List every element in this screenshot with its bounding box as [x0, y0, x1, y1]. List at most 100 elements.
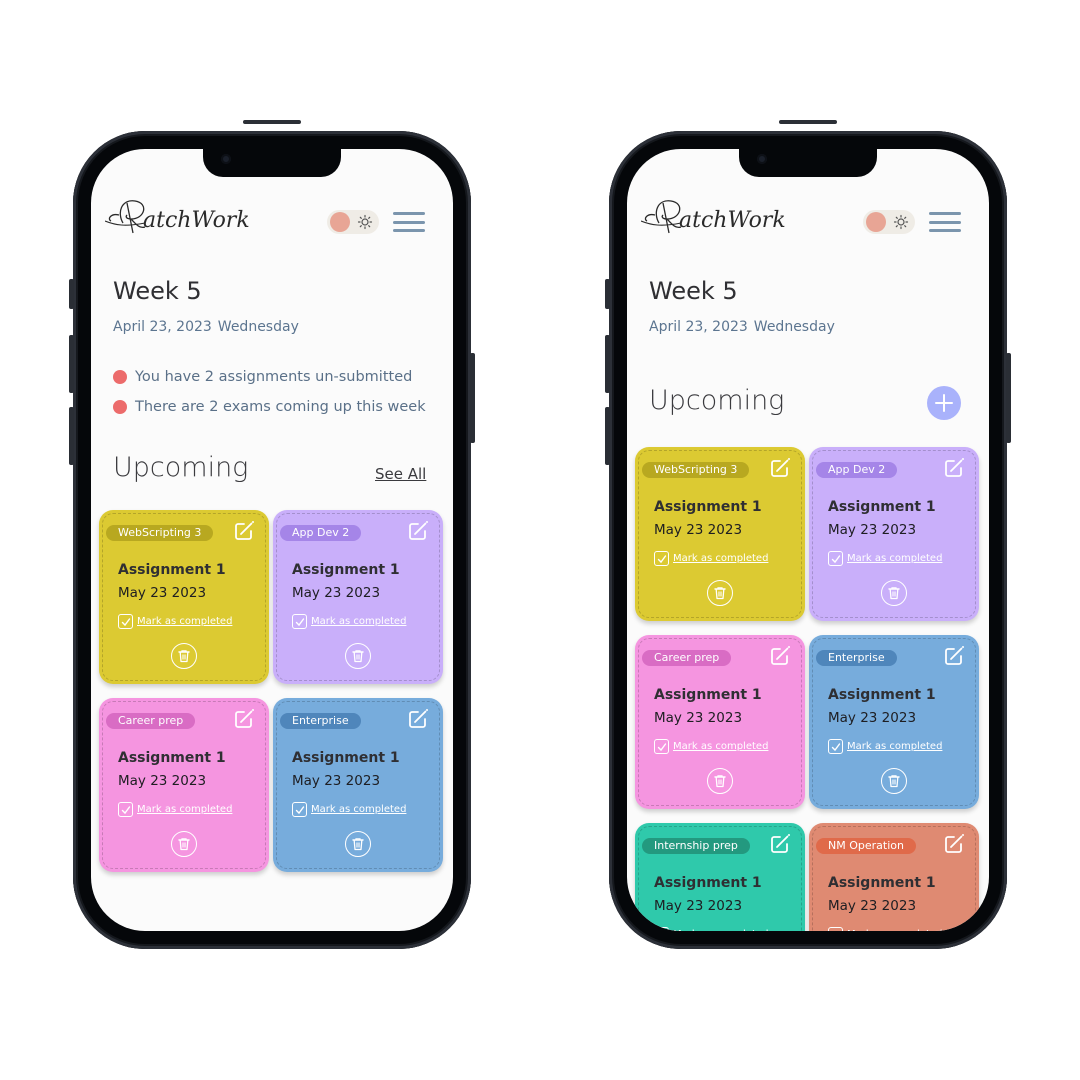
checkbox[interactable]: [828, 739, 843, 754]
assignment-card[interactable]: NM Operation Assignment 1 May 23 2023 Ma…: [809, 823, 979, 931]
delete-button[interactable]: [881, 580, 907, 606]
edit-icon[interactable]: [233, 708, 255, 730]
phone-frame-upcoming: PatchWork atchWork Week: [605, 120, 1011, 949]
home-screen: PatchWork atchWork Week: [91, 149, 453, 931]
mark-completed-link[interactable]: Mark as completed: [137, 616, 232, 627]
mark-completed-link[interactable]: Mark as completed: [311, 616, 406, 627]
assignment-card[interactable]: Enterprise Assignment 1 May 23 2023 Mark…: [809, 635, 979, 809]
assignment-title: Assignment 1: [292, 750, 400, 766]
sun-icon: [893, 214, 909, 230]
mark-completed-link[interactable]: Mark as completed: [673, 929, 768, 931]
mark-completed-control[interactable]: Mark as completed: [118, 802, 232, 817]
mark-completed-control[interactable]: Mark as completed: [654, 739, 768, 754]
delete-button[interactable]: [707, 768, 733, 794]
checkbox[interactable]: [654, 551, 669, 566]
trash-icon: [178, 838, 190, 851]
svg-text:atchWork: atchWork: [679, 208, 786, 233]
assignment-card[interactable]: WebScripting 3 Assignment 1 May 23 2023 …: [635, 447, 805, 621]
sun-icon: [357, 214, 373, 230]
edit-icon[interactable]: [943, 833, 965, 855]
mute-switch: [605, 279, 610, 309]
assignment-card[interactable]: App Dev 2 Assignment 1 May 23 2023 Mark …: [273, 510, 443, 684]
add-assignment-button[interactable]: [927, 386, 961, 420]
mark-completed-control[interactable]: Mark as completed: [828, 739, 942, 754]
patchwork-logo[interactable]: PatchWork atchWork: [105, 193, 275, 241]
mark-completed-control[interactable]: Mark as completed: [118, 614, 232, 629]
assignment-grid: WebScripting 3 Assignment 1 May 23 2023 …: [635, 447, 979, 931]
assignment-card[interactable]: Career prep Assignment 1 May 23 2023 Mar…: [635, 635, 805, 809]
delete-button[interactable]: [345, 643, 371, 669]
mark-completed-link[interactable]: Mark as completed: [311, 804, 406, 815]
edit-icon[interactable]: [769, 833, 791, 855]
edit-icon[interactable]: [233, 520, 255, 542]
due-date: May 23 2023: [828, 522, 917, 538]
mark-completed-link[interactable]: Mark as completed: [137, 804, 232, 815]
checkbox[interactable]: [828, 551, 843, 566]
volume-down-button: [605, 407, 610, 465]
mark-completed-control[interactable]: Mark as completed: [828, 551, 942, 566]
assignment-card[interactable]: App Dev 2 Assignment 1 May 23 2023 Mark …: [809, 447, 979, 621]
svg-text:atchWork: atchWork: [143, 208, 250, 233]
section-title-upcoming: Upcoming: [649, 385, 785, 416]
mark-completed-link[interactable]: Mark as completed: [673, 741, 768, 752]
mark-completed-link[interactable]: Mark as completed: [847, 929, 942, 931]
checkbox[interactable]: [118, 802, 133, 817]
assignment-card[interactable]: Career prep Assignment 1 May 23 2023 Mar…: [99, 698, 269, 872]
checkmark-icon: [657, 742, 666, 751]
hamburger-menu-icon[interactable]: [929, 212, 961, 232]
due-date: May 23 2023: [828, 710, 917, 726]
mark-completed-control[interactable]: Mark as completed: [292, 614, 406, 629]
edit-icon[interactable]: [943, 457, 965, 479]
checkmark-icon: [831, 554, 840, 563]
checkbox[interactable]: [654, 739, 669, 754]
checkmark-icon: [657, 554, 666, 563]
alert-item: You have 2 assignments un-submitted: [113, 362, 426, 392]
theme-toggle[interactable]: [327, 210, 379, 234]
phone-frame-home: PatchWork atchWork Week: [69, 120, 475, 949]
checkbox[interactable]: [828, 927, 843, 931]
alert-dot-icon: [113, 400, 127, 414]
earpiece-speaker: [779, 120, 837, 124]
mark-completed-control[interactable]: Mark as completed: [654, 551, 768, 566]
theme-toggle[interactable]: [863, 210, 915, 234]
mark-completed-control[interactable]: Mark as completed: [654, 927, 768, 931]
week-title: Week 5: [113, 277, 202, 305]
delete-button[interactable]: [707, 580, 733, 606]
mark-completed-link[interactable]: Mark as completed: [847, 553, 942, 564]
mark-completed-link[interactable]: Mark as completed: [847, 741, 942, 752]
mark-completed-control[interactable]: Mark as completed: [828, 927, 942, 931]
mark-completed-control[interactable]: Mark as completed: [292, 802, 406, 817]
checkbox[interactable]: [292, 614, 307, 629]
patchwork-logo[interactable]: PatchWork atchWork: [641, 193, 811, 241]
edit-icon[interactable]: [407, 520, 429, 542]
see-all-link[interactable]: See All: [375, 465, 426, 483]
earpiece-speaker: [243, 120, 301, 124]
trash-icon: [888, 775, 900, 788]
edit-icon[interactable]: [769, 645, 791, 667]
mark-completed-link[interactable]: Mark as completed: [673, 553, 768, 564]
assignment-card[interactable]: Internship prep Assignment 1 May 23 2023…: [635, 823, 805, 931]
week-title: Week 5: [649, 277, 738, 305]
edit-icon[interactable]: [769, 457, 791, 479]
app-header: PatchWork atchWork: [91, 193, 453, 243]
course-tag: Career prep: [106, 713, 196, 729]
alert-item: There are 2 exams coming up this week: [113, 392, 426, 422]
checkbox[interactable]: [118, 614, 133, 629]
delete-button[interactable]: [171, 831, 197, 857]
edit-icon[interactable]: [407, 708, 429, 730]
delete-button[interactable]: [345, 831, 371, 857]
assignment-card[interactable]: Enterprise Assignment 1 May 23 2023 Mark…: [273, 698, 443, 872]
assignment-card[interactable]: WebScripting 3 Assignment 1 May 23 2023 …: [99, 510, 269, 684]
hamburger-menu-icon[interactable]: [393, 212, 425, 232]
checkbox[interactable]: [292, 802, 307, 817]
edit-icon[interactable]: [943, 645, 965, 667]
section-title-upcoming: Upcoming: [113, 452, 249, 483]
camera-icon: [757, 154, 767, 164]
due-date: May 23 2023: [654, 710, 743, 726]
checkbox[interactable]: [654, 927, 669, 931]
trash-icon: [352, 838, 364, 851]
delete-button[interactable]: [171, 643, 197, 669]
delete-button[interactable]: [881, 768, 907, 794]
due-date: May 23 2023: [654, 898, 743, 914]
due-date: May 23 2023: [292, 773, 381, 789]
